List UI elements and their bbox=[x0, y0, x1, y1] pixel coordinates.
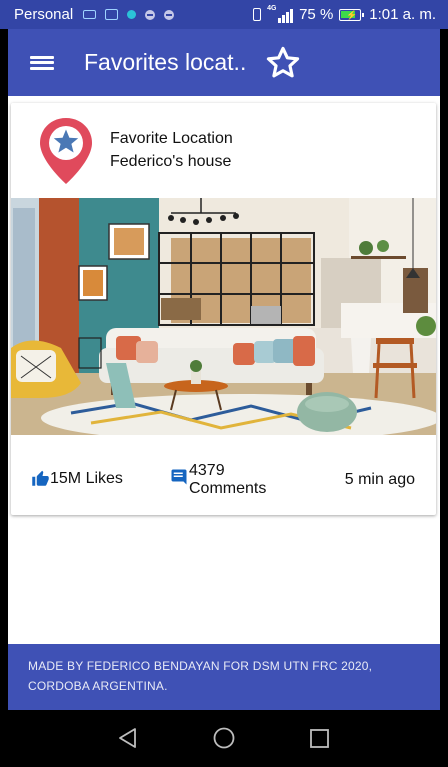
location-pin-star-icon bbox=[40, 118, 92, 184]
vibrate-icon bbox=[253, 8, 262, 21]
content-area: Favorite Location Federico's house 15M L… bbox=[8, 96, 440, 644]
signal-icon: 4G bbox=[267, 4, 294, 23]
network-type-label: 4G bbox=[267, 4, 277, 12]
nav-recent-apps-icon[interactable] bbox=[310, 729, 329, 748]
star-outline-icon[interactable] bbox=[264, 44, 302, 82]
comments-button[interactable]: 4379 Comments bbox=[169, 462, 279, 498]
location-card[interactable]: Favorite Location Federico's house 15M L… bbox=[11, 103, 436, 515]
system-navigation-bar bbox=[0, 710, 448, 767]
voicemail-icon bbox=[83, 10, 97, 19]
battery-icon: ⚡ bbox=[339, 8, 365, 21]
blocked-notification-icon-2 bbox=[164, 9, 175, 20]
status-time: 1:01 a. m. bbox=[369, 6, 436, 23]
likes-button[interactable]: 15M Likes bbox=[31, 470, 123, 488]
thumb-up-icon bbox=[32, 470, 49, 486]
app-bar: Favorites locat.. bbox=[8, 29, 440, 96]
time-ago: 5 min ago bbox=[344, 471, 415, 488]
blocked-notification-icon bbox=[145, 9, 156, 20]
app-notification-icon bbox=[127, 10, 137, 19]
nav-back-icon[interactable] bbox=[117, 727, 139, 749]
card-title: Favorite Location bbox=[110, 130, 233, 147]
app-bar-title: Favorites locat.. bbox=[84, 49, 247, 75]
image-notification-icon bbox=[105, 9, 119, 20]
battery-percent: 75 % bbox=[299, 6, 334, 23]
likes-count: 15M Likes bbox=[50, 470, 123, 487]
card-subtitle: Federico's house bbox=[110, 153, 232, 170]
status-bar: Personal 4G 75 % ⚡ 1:01 a. m. bbox=[0, 0, 448, 29]
nav-home-icon[interactable] bbox=[213, 727, 235, 749]
comment-bubble-icon bbox=[171, 469, 187, 485]
location-photo bbox=[11, 198, 436, 435]
credits-footer: MADE BY FEDERICO BENDAYAN FOR DSM UTN FR… bbox=[8, 644, 440, 710]
card-header: Favorite Location Federico's house bbox=[11, 103, 436, 198]
hamburger-menu-icon[interactable] bbox=[30, 53, 54, 73]
comments-count: 4379 Comments bbox=[189, 462, 267, 497]
carrier-name: Personal bbox=[14, 6, 74, 23]
card-footer: 15M Likes 4379 Comments 5 min ago bbox=[11, 435, 436, 515]
